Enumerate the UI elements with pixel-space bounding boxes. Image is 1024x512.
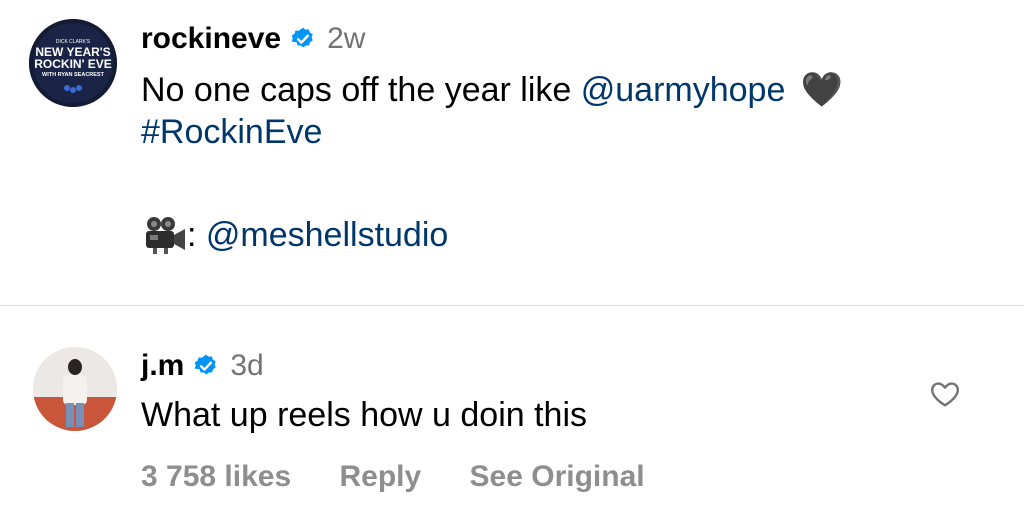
comment-text: What up reels how u doin this — [141, 396, 588, 434]
comment-username[interactable]: j.m — [141, 349, 184, 383]
post-caption: No one caps off the year like @uarmyhope… — [141, 69, 961, 153]
svg-text:ROCKIN' EVE: ROCKIN' EVE — [34, 57, 112, 71]
caption-text: No one caps off the year like — [141, 71, 581, 109]
likes-count[interactable]: 3 758 likes — [141, 460, 291, 493]
movie-camera-icon — [141, 215, 187, 255]
credit-separator: : — [187, 216, 206, 254]
divider — [0, 305, 1024, 306]
post-username[interactable]: rockineve — [141, 22, 281, 56]
comment-header: j.m 3d — [141, 348, 264, 384]
reply-button[interactable]: Reply — [339, 460, 421, 493]
hashtag-link[interactable]: #RockinEve — [141, 113, 322, 151]
mention-link[interactable]: @uarmyhope — [581, 71, 786, 109]
comment-timestamp: 3d — [230, 349, 264, 382]
post-timestamp: 2w — [327, 22, 366, 55]
post-header: rockineve 2w — [141, 21, 365, 57]
comment-author-avatar[interactable] — [33, 347, 117, 431]
rockin-eve-logo: DICK CLARK'S NEW YEAR'S ROCKIN' EVE WITH… — [29, 19, 117, 107]
post-author-avatar[interactable]: DICK CLARK'S NEW YEAR'S ROCKIN' EVE WITH… — [29, 19, 117, 107]
see-original-button[interactable]: See Original — [470, 460, 645, 493]
svg-text:WITH RYAN SEACREST: WITH RYAN SEACREST — [42, 72, 105, 78]
person-photo — [33, 347, 117, 431]
comment-actions: 3 758 likes Reply See Original — [141, 457, 685, 497]
credit-mention-link[interactable]: @meshellstudio — [206, 214, 448, 256]
verified-badge-icon — [193, 353, 219, 379]
credit-line: : @meshellstudio — [141, 214, 448, 256]
black-heart-emoji: 🖤 — [800, 71, 844, 109]
heart-outline-icon[interactable] — [929, 378, 961, 410]
verified-badge-icon — [290, 26, 316, 52]
